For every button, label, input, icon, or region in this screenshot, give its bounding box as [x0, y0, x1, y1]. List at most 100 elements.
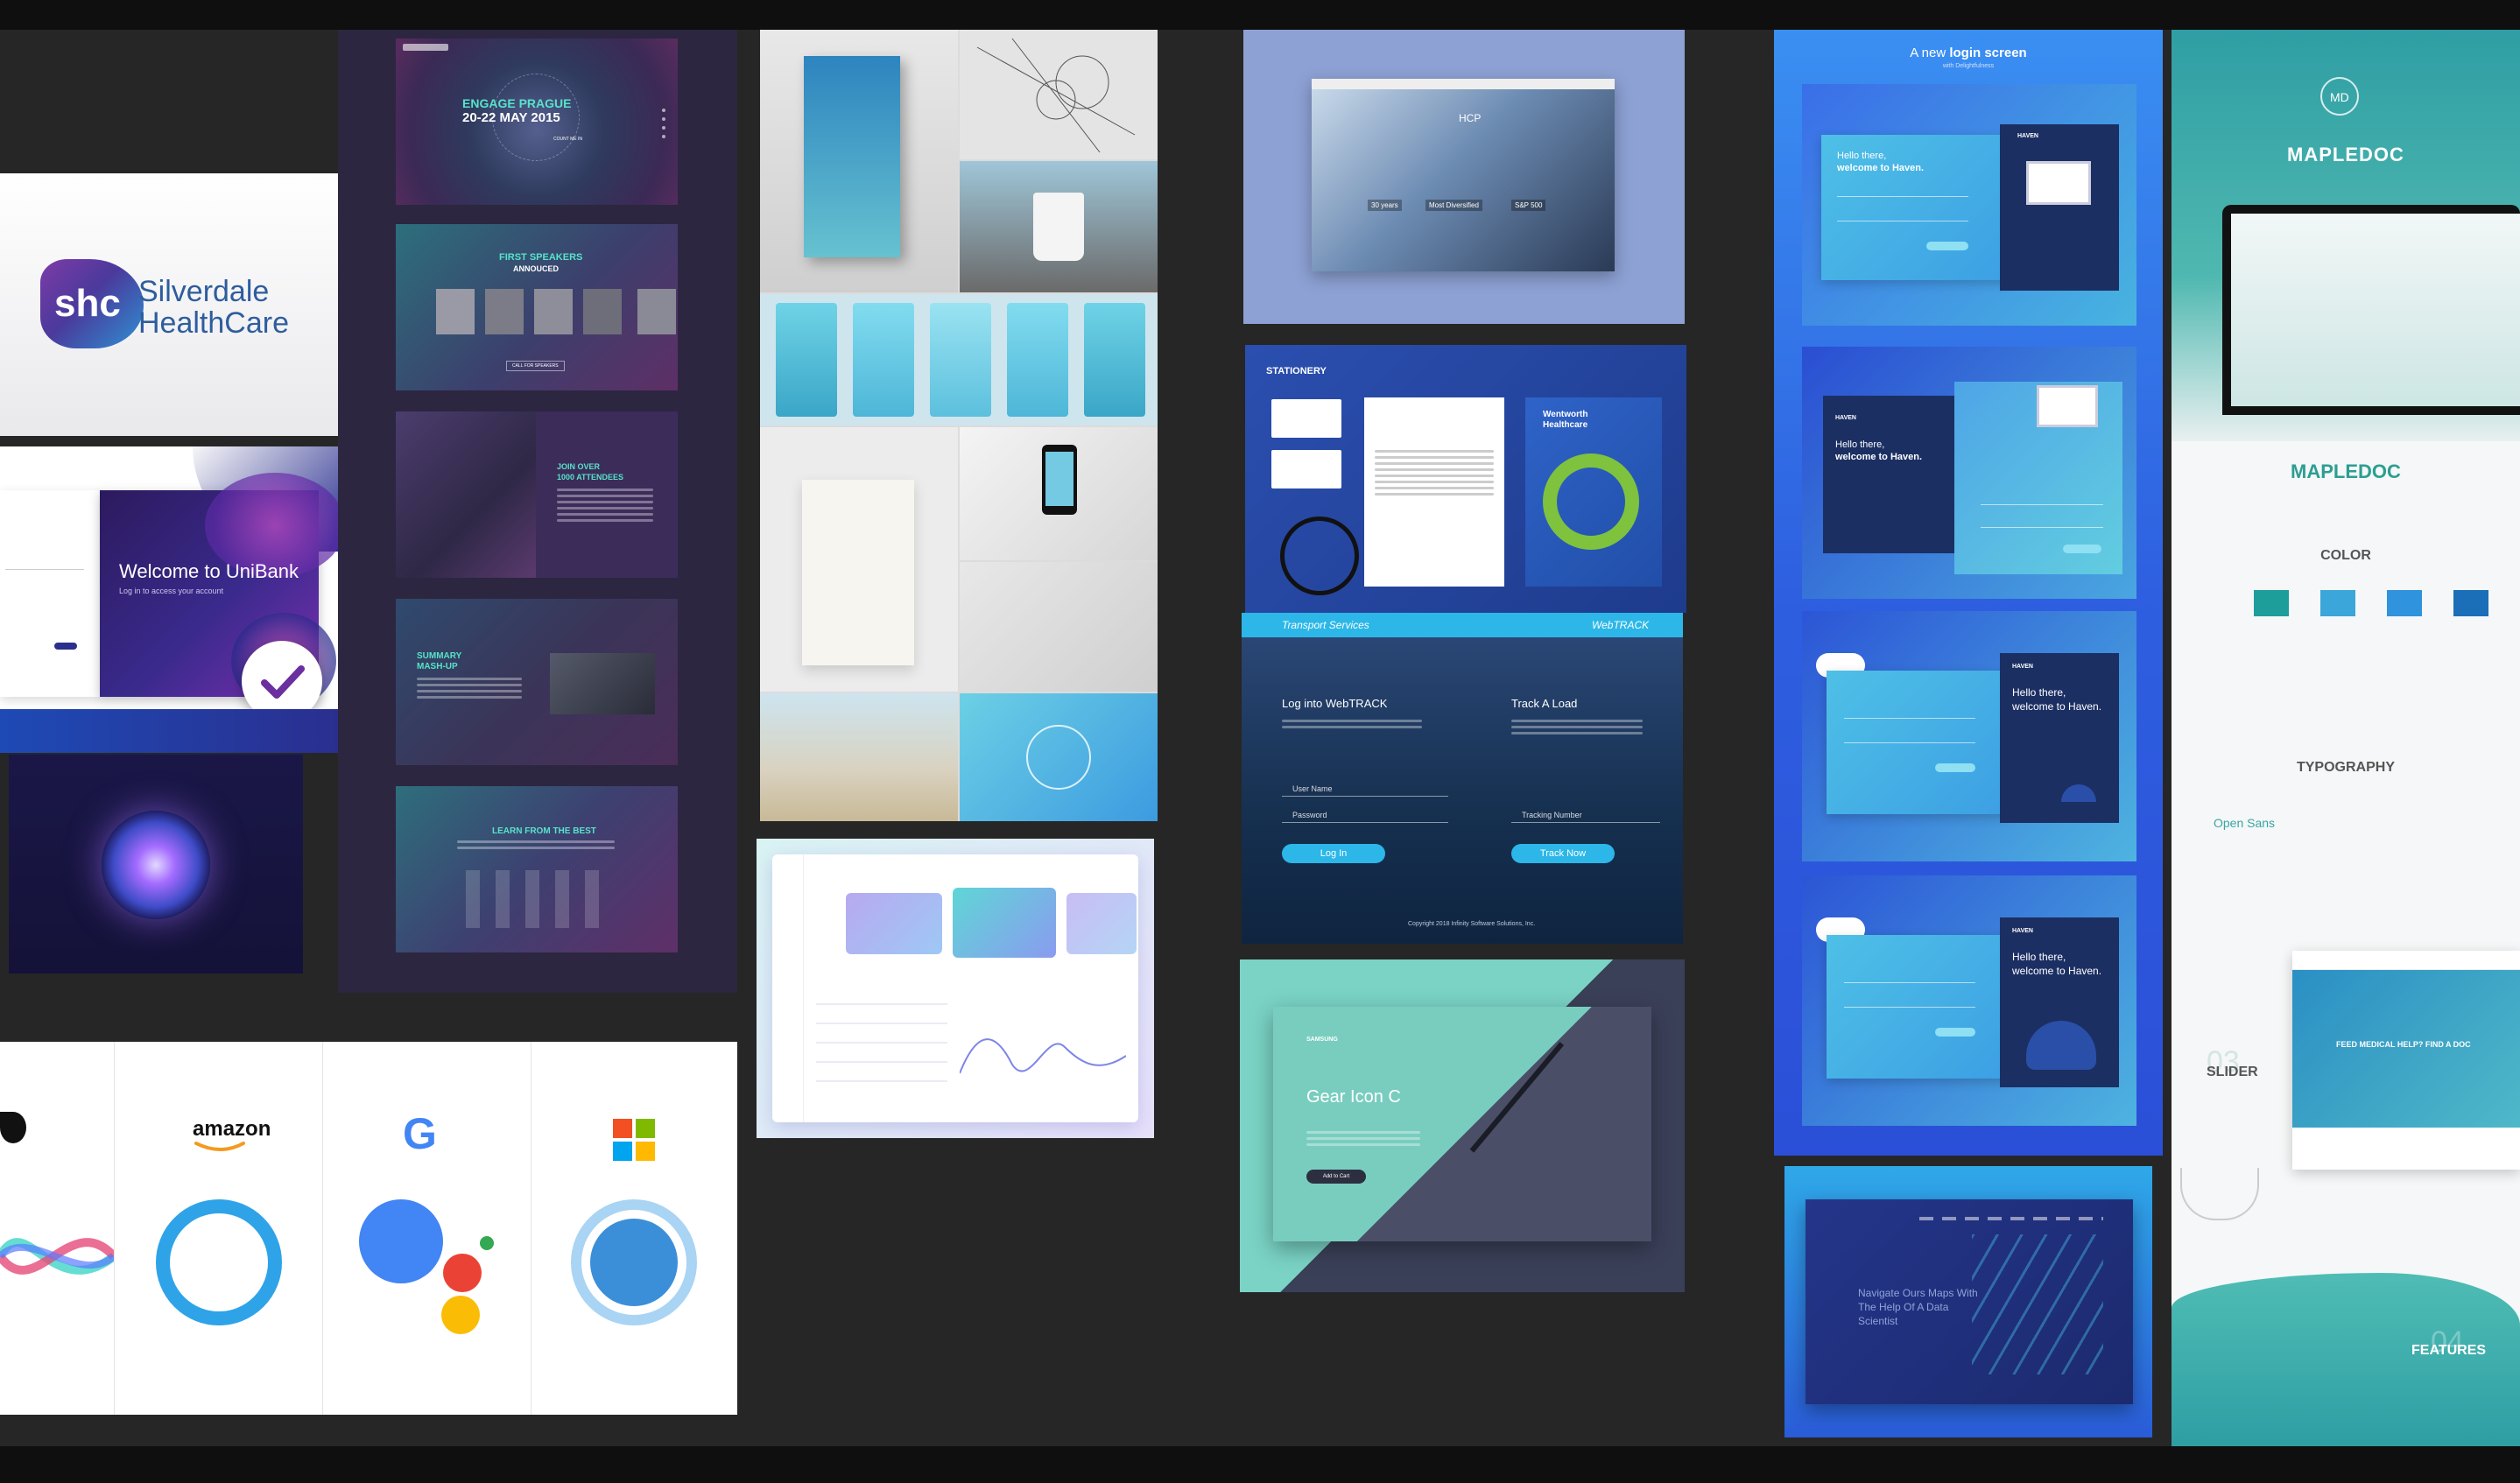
- color-swatch-1[interactable]: [2254, 590, 2289, 616]
- building-photo: HCP 30 years Most Diversified S&P 500: [1312, 89, 1615, 271]
- monitor-icon: [2037, 385, 2098, 427]
- section-typography-heading: TYPOGRAPHY: [2296, 760, 2395, 775]
- silverdale-logo-card[interactable]: shc Silverdale HealthCare: [0, 173, 338, 436]
- haven-brand-3: HAVEN: [2012, 664, 2033, 670]
- haven-signin-button-1[interactable]: [1926, 242, 1968, 250]
- prague-slide-3[interactable]: JOIN OVER 1000 ATTENDEES: [396, 411, 678, 578]
- color-swatch-4[interactable]: [2453, 590, 2488, 616]
- hcp-logo: HCP: [1459, 112, 1482, 124]
- google-assistant-red-dot: [443, 1254, 482, 1292]
- folder-mockup: [960, 562, 1158, 692]
- coffee-cup-mockup: [960, 161, 1158, 292]
- hcp-stat-2: Most Diversified: [1425, 200, 1482, 211]
- prague-slide-4-heading: SUMMARY: [417, 651, 462, 661]
- haven-dark-panel-4: HAVEN Hello there, welcome to Haven.: [2000, 917, 2119, 1087]
- card-teal[interactable]: [953, 888, 1056, 958]
- google-g-icon: G: [403, 1109, 437, 1158]
- mapledoc-brand-header: MAPLEDOC: [2287, 144, 2404, 165]
- webtrack-copyright: Copyright 2018 Infinity Software Solutio…: [1408, 921, 1536, 927]
- unibank-subtitle: Log in to access your account: [119, 587, 224, 595]
- wentworth-brand-line1: Wentworth: [1543, 410, 1588, 419]
- navigate-maps-card[interactable]: Navigate Ours Maps With The Help Of A Da…: [1784, 1166, 2152, 1437]
- gear-brand: SAMSUNG: [1306, 1037, 1338, 1043]
- haven-email-field-2[interactable]: [1981, 504, 2103, 505]
- color-swatch-2[interactable]: [2320, 590, 2355, 616]
- password-field[interactable]: Password: [1282, 811, 1448, 823]
- haven-greeting-4b: welcome to Haven.: [2012, 965, 2102, 977]
- haven-screen-3[interactable]: HAVEN Hello there, welcome to Haven.: [1802, 611, 2136, 861]
- section-slider-heading: SLIDER: [2207, 1065, 2258, 1079]
- haven-password-field-3[interactable]: [1844, 742, 1975, 743]
- prague-slide-2[interactable]: FIRST SPEAKERS ANNOUCED CALL FOR SPEAKER…: [396, 224, 678, 390]
- track-now-button[interactable]: Track Now: [1511, 844, 1615, 863]
- card-purple[interactable]: [846, 893, 942, 954]
- section-features-heading: FEATURES: [2411, 1343, 2487, 1358]
- prague-slide-1-cta[interactable]: COUNT ME IN: [553, 137, 582, 142]
- phone-hand-mockup: [960, 427, 1158, 560]
- earbuds-image: [1469, 1042, 1641, 1217]
- branding-mockups: [760, 30, 1158, 821]
- add-to-cart-button[interactable]: Add to Cart: [1306, 1170, 1366, 1184]
- haven-greeting-2b: welcome to Haven.: [1835, 452, 1923, 462]
- slide-nav-dots[interactable]: [662, 109, 665, 144]
- unibank-card[interactable]: Welcome to UniBank Log in to access your…: [0, 446, 338, 753]
- prague-slide-1[interactable]: ENGAGE PRAGUE 20-22 MAY 2015 COUNT ME IN: [396, 39, 678, 205]
- google-assistant-yellow-dot: [441, 1296, 480, 1334]
- mapledoc-styleguide: MD MAPLEDOC MAPLEDOC COLOR TYPOGRAPHY Op…: [2172, 30, 2520, 1446]
- whale-icon: [2061, 784, 2096, 802]
- haven-form-2: [1954, 382, 2122, 574]
- color-swatch-3[interactable]: [2387, 590, 2422, 616]
- haven-header-bold: login screen: [1949, 46, 2027, 60]
- prague-slide-5-heading: LEARN FROM THE BEST: [492, 826, 596, 836]
- amazon-smile-icon: [194, 1142, 245, 1151]
- prague-slide-4[interactable]: SUMMARY MASH-UP: [396, 599, 678, 765]
- haven-screen-4[interactable]: HAVEN Hello there, welcome to Haven.: [1802, 875, 2136, 1126]
- login-heading: Log into WebTRACK: [1282, 697, 1388, 710]
- haven-screen-1[interactable]: Hello there, welcome to Haven. HAVEN: [1802, 84, 2136, 326]
- webtrack-header: Transport Services WebTRACK: [1242, 613, 1683, 637]
- stethoscope-icon: [1280, 517, 1359, 595]
- haven-header: A new login screen: [1774, 46, 2163, 60]
- product-panel: SAMSUNG Gear Icon C Add to Cart: [1273, 1007, 1651, 1241]
- book-mockup[interactable]: [760, 30, 958, 292]
- letterhead: [1364, 397, 1504, 587]
- whale-icon: [2026, 1021, 2096, 1070]
- silverdale-name-line1: Silverdale: [138, 275, 270, 308]
- card-dashboard[interactable]: [757, 839, 1154, 1138]
- gear-title: Gear Icon C: [1306, 1087, 1401, 1107]
- haven-greeting-2a: Hello there,: [1835, 439, 1885, 450]
- haven-email-field-3[interactable]: [1844, 718, 1975, 719]
- haven-password-field-2[interactable]: [1981, 527, 2103, 528]
- siri-orb-card[interactable]: [9, 755, 303, 973]
- navigate-nav-bar: [1919, 1217, 2103, 1220]
- username-field[interactable]: User Name: [1282, 784, 1448, 797]
- unibank-login-button[interactable]: [54, 643, 77, 650]
- haven-signin-button-3[interactable]: [1935, 763, 1975, 772]
- speaker-photo-5: [637, 289, 676, 334]
- haven-email-field-4[interactable]: [1844, 982, 1975, 983]
- prague-slide-4-subheading: MASH-UP: [417, 662, 458, 671]
- webtrack-card[interactable]: Transport Services WebTRACK Log into Web…: [1242, 613, 1683, 944]
- tracking-number-field[interactable]: Tracking Number: [1511, 811, 1660, 823]
- video-thumbnail[interactable]: [550, 653, 655, 714]
- beach-photo: [760, 693, 958, 821]
- stationery-card[interactable]: STATIONERY Wentworth Healthcare: [1245, 345, 1686, 613]
- prague-slide-5[interactable]: LEARN FROM THE BEST: [396, 786, 678, 952]
- prague-slide-2-cta[interactable]: CALL FOR SPEAKERS: [506, 361, 565, 371]
- hcp-stat-1: 30 years: [1368, 200, 1402, 211]
- haven-password-field-4[interactable]: [1844, 1007, 1975, 1008]
- haven-signin-button-2[interactable]: [2063, 545, 2101, 553]
- gear-product-card[interactable]: SAMSUNG Gear Icon C Add to Cart: [1240, 959, 1685, 1292]
- card-lavender[interactable]: [1066, 893, 1137, 954]
- prague-slide-1-heading: ENGAGE PRAGUE: [462, 96, 572, 110]
- app-screens-mockup[interactable]: [760, 294, 1158, 425]
- tote-bag-mockup: [760, 427, 958, 692]
- login-button[interactable]: Log In: [1282, 844, 1385, 863]
- prague-slide-2-subheading: ANNOUCED: [513, 264, 560, 273]
- haven-email-field-1[interactable]: [1837, 196, 1968, 197]
- haven-screen-2[interactable]: HAVEN Hello there, welcome to Haven.: [1802, 347, 2136, 599]
- haven-promo-panel-1: HAVEN: [2000, 124, 2119, 291]
- hcp-website-card[interactable]: HCP 30 years Most Diversified S&P 500: [1243, 30, 1685, 324]
- slider-browser-preview[interactable]: FEED MEDICAL HELP? FIND A DOC: [2292, 951, 2520, 1170]
- haven-signin-button-4[interactable]: [1935, 1028, 1975, 1037]
